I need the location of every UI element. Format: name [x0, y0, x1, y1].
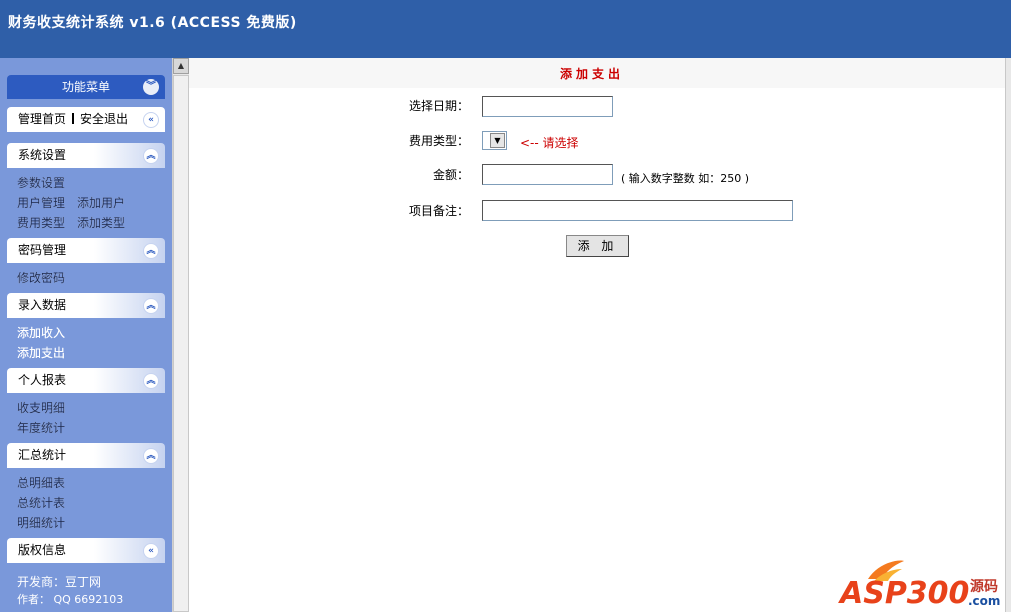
section-title: 个人报表 [18, 373, 67, 387]
section-data-entry[interactable]: 录入数据 ︽ [7, 293, 165, 318]
chevron-left-icon[interactable]: « [143, 543, 159, 559]
main-content [189, 58, 1005, 612]
logo-domain: .com [968, 594, 1000, 608]
expense-type-label: 费用类型： [409, 134, 470, 148]
logo-graphic: ASP300 源码 .com [838, 560, 1000, 611]
amount-label: 金额： [433, 168, 470, 182]
expense-type-hint: <-- 请选择 [520, 136, 579, 150]
nav-add-expense[interactable]: 添加支出 [17, 344, 65, 361]
section-summary-stats[interactable]: 汇总统计 ︽ [7, 443, 165, 468]
chevron-up-icon[interactable]: ︽ [143, 448, 159, 464]
nav-user-management[interactable]: 用户管理 [17, 194, 65, 211]
section-title: 版权信息 [18, 543, 67, 557]
developer-credit: 开发商：豆丁网 [17, 575, 102, 589]
function-menu-header[interactable]: 功能菜单 ︾ [7, 75, 165, 99]
nav-param-settings[interactable]: 参数设置 [17, 174, 65, 191]
section-system-settings[interactable]: 系统设置 ︽ [7, 143, 165, 168]
add-button[interactable]: 添 加 [566, 235, 629, 257]
logo-suffix: 源码 [970, 578, 998, 595]
home-link[interactable]: 管理首页 [18, 112, 66, 126]
expense-type-select[interactable]: ▼ [482, 131, 507, 150]
section-title: 汇总统计 [18, 448, 67, 462]
nav-total-stats[interactable]: 总统计表 [17, 494, 65, 511]
section-copyright[interactable]: 版权信息 « [7, 538, 165, 563]
amount-hint: ( 输入数字整数 如：250 ) [621, 172, 750, 185]
chevron-left-icon[interactable]: « [143, 112, 159, 128]
chevron-up-icon[interactable]: ︽ [143, 148, 159, 164]
chevron-down-icon[interactable]: ︾ [143, 79, 159, 95]
logout-link[interactable]: 安全退出 [80, 112, 128, 126]
author-credit: 作者： QQ 6692103 [17, 593, 124, 606]
dropdown-arrow-icon[interactable]: ▼ [490, 133, 505, 148]
section-title: 密码管理 [18, 243, 67, 257]
section-password[interactable]: 密码管理 ︽ [7, 238, 165, 263]
note-input[interactable] [482, 200, 793, 221]
section-personal-reports[interactable]: 个人报表 ︽ [7, 368, 165, 393]
divider [72, 113, 75, 124]
section-title: 录入数据 [18, 298, 67, 312]
nav-annual-stats[interactable]: 年度统计 [17, 419, 65, 436]
right-scrollbar[interactable] [1005, 58, 1011, 612]
chevron-up-icon[interactable]: ︽ [143, 298, 159, 314]
date-label: 选择日期： [409, 99, 470, 113]
sidebar-scrollbar[interactable]: ▲ [172, 58, 189, 612]
amount-input[interactable] [482, 164, 613, 185]
form-title: 添加支出 [560, 67, 625, 81]
scroll-thumb[interactable] [173, 75, 189, 612]
nav-expense-types[interactable]: 费用类型 [17, 214, 65, 231]
nav-detail-stats[interactable]: 明细统计 [17, 514, 65, 531]
date-input[interactable] [482, 96, 613, 117]
chevron-up-icon[interactable]: ︽ [143, 373, 159, 389]
home-bar: 管理首页 安全退出 « [7, 107, 165, 132]
nav-total-detail[interactable]: 总明细表 [17, 474, 65, 491]
asp300-logo: ASP300 源码 .com [838, 557, 1008, 611]
sidebar: 功能菜单 ︾ 管理首页 安全退出 « 系统设置 ︽ 参数设置 用户管理 添加用户 … [0, 58, 172, 612]
section-title: 系统设置 [18, 148, 67, 162]
function-menu-title: 功能菜单 [61, 80, 110, 94]
nav-add-income[interactable]: 添加收入 [17, 324, 65, 341]
chevron-up-icon[interactable]: ︽ [143, 243, 159, 259]
app-header: 财务收支统计系统 v1.6 (ACCESS 免费版) [0, 0, 1011, 58]
scroll-up-icon[interactable]: ▲ [173, 58, 189, 74]
note-label: 项目备注： [409, 204, 470, 218]
app-title: 财务收支统计系统 v1.6 (ACCESS 免费版) [8, 15, 297, 31]
nav-income-expense-detail[interactable]: 收支明细 [17, 399, 65, 416]
logo-brand: ASP300 [838, 576, 969, 609]
nav-change-password[interactable]: 修改密码 [17, 269, 65, 286]
nav-add-user[interactable]: 添加用户 [77, 194, 125, 211]
nav-add-type[interactable]: 添加类型 [77, 214, 125, 231]
